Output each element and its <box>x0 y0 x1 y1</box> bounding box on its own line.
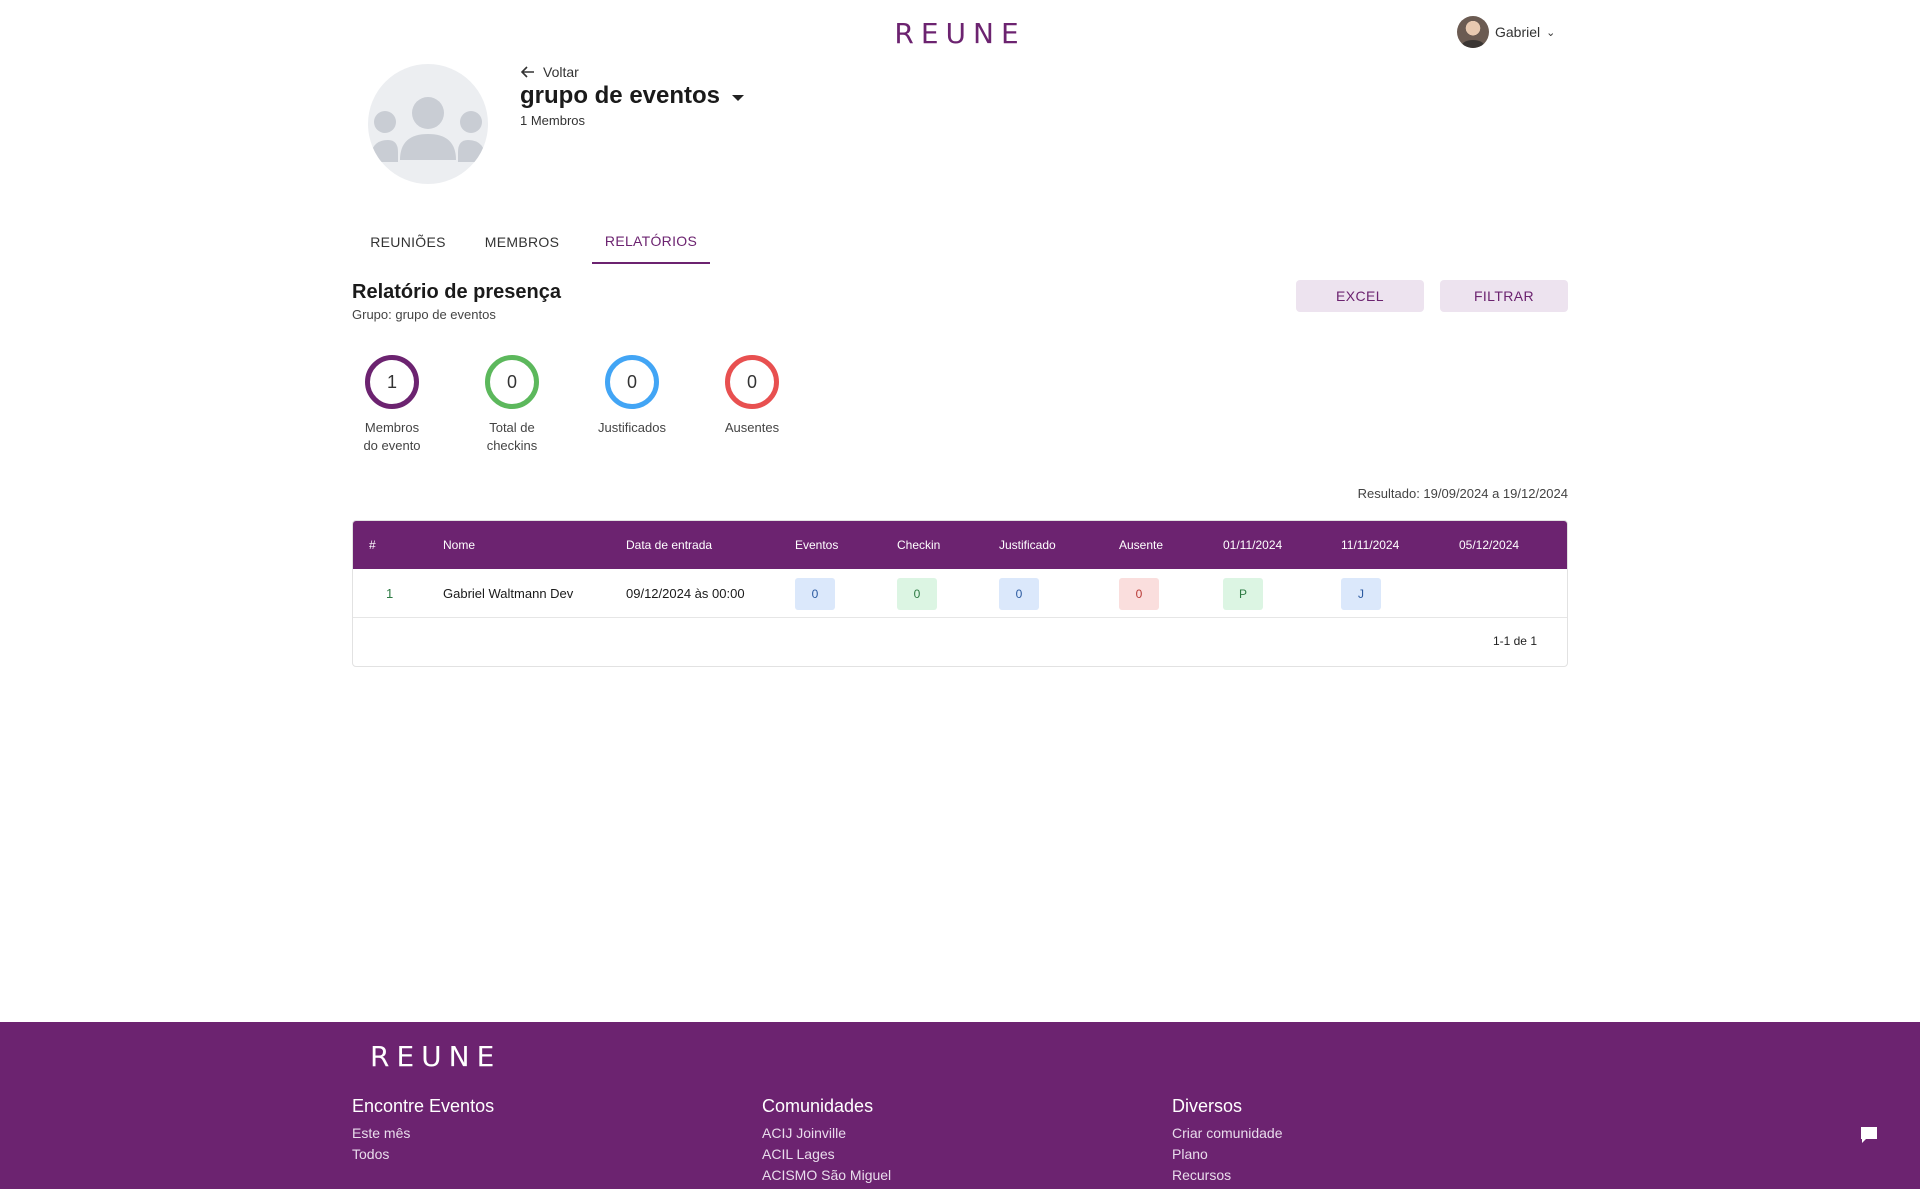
footer-column-title: Comunidades <box>762 1096 874 1116</box>
tab-membros[interactable]: MEMBROS <box>464 220 580 264</box>
justified-chip: 0 <box>999 577 1039 610</box>
stat-label-line: checkins <box>486 438 538 453</box>
stat-members-label: Membros do evento <box>342 419 442 455</box>
members-count: 1 Membros <box>520 113 586 128</box>
logo-text: REUNE <box>894 16 1026 50</box>
user-avatar <box>1457 16 1489 48</box>
tab-relatorios[interactable]: RELATÓRIOS <box>592 220 710 264</box>
column-header: Eventos <box>795 538 839 552</box>
stat-checkins-label: Total de checkins <box>462 419 562 455</box>
stat-label-line: Total de <box>489 420 535 435</box>
checkin-chip: 0 <box>897 577 937 610</box>
footer-link[interactable]: Este mês <box>352 1123 494 1144</box>
column-header: Checkin <box>897 538 941 552</box>
caret-down-icon[interactable] <box>732 95 745 101</box>
reune-logo[interactable]: REUNE <box>894 14 1022 52</box>
report-subtitle: Grupo: grupo de eventos <box>352 307 496 322</box>
filter-button[interactable]: FILTRAR <box>1440 280 1568 312</box>
stat-checkins-value: 0 <box>485 355 539 409</box>
group-tabs: REUNIÕES MEMBROS RELATÓRIOS <box>352 220 710 264</box>
stat-justified-value: 0 <box>605 355 659 409</box>
group-title: grupo de eventos <box>520 82 745 110</box>
excel-button[interactable]: EXCEL <box>1296 280 1424 312</box>
column-header: # <box>369 538 376 552</box>
attendance-table: # Nome Data de entrada Eventos Checkin J… <box>352 520 1568 667</box>
group-name: grupo de eventos <box>520 82 721 109</box>
chat-bubble-icon[interactable] <box>1858 1124 1880 1146</box>
user-menu[interactable]: Gabriel ⌄ <box>1457 16 1555 48</box>
tab-reunioes[interactable]: REUNIÕES <box>352 220 464 264</box>
stat-checkins: 0 Total de checkins <box>462 355 562 455</box>
row-entry-date: 09/12/2024 às 00:00 <box>626 586 745 601</box>
stat-label-line: Ausentes <box>724 420 780 435</box>
stat-members: 1 Membros do evento <box>342 355 442 455</box>
group-placeholder-icon <box>368 64 488 184</box>
stat-absent: 0 Ausentes <box>702 355 802 437</box>
present-status-chip: P <box>1223 577 1263 610</box>
footer-link[interactable]: ACIJ Joinville <box>762 1123 891 1144</box>
footer-link[interactable]: Todos <box>352 1144 494 1165</box>
table-row[interactable]: 1 Gabriel Waltmann Dev 09/12/2024 às 00:… <box>353 569 1567 618</box>
report-title: Relatório de presença <box>352 281 561 303</box>
column-header: 01/11/2024 <box>1223 538 1283 552</box>
result-range: Resultado: 19/09/2024 a 19/12/2024 <box>1357 486 1568 501</box>
column-header: Nome <box>443 538 476 552</box>
footer-link[interactable]: ACISMO São Miguel <box>762 1165 891 1186</box>
column-header: Ausente <box>1119 538 1164 552</box>
stat-justified: 0 Justificados <box>582 355 682 437</box>
column-header: 11/11/2024 <box>1341 538 1400 552</box>
back-link[interactable]: Voltar <box>521 64 579 80</box>
arrow-left-icon <box>521 66 534 78</box>
eventos-chip: 0 <box>795 577 835 610</box>
stat-members-value: 1 <box>365 355 419 409</box>
pagination-info: 1-1 de 1 <box>1492 634 1537 648</box>
absent-chip: 0 <box>1119 577 1159 610</box>
footer-column-title: Diversos <box>1172 1096 1243 1116</box>
footer-column-communities: Comunidades ACIJ Joinville ACIL Lages AC… <box>762 1096 891 1186</box>
column-header: Data de entrada <box>626 538 713 552</box>
stat-label-line: Justificados <box>598 420 666 435</box>
stat-absent-value: 0 <box>725 355 779 409</box>
stat-label-line: Membros <box>364 420 420 435</box>
footer-column-title: Encontre Eventos <box>352 1096 495 1116</box>
chevron-down-icon: ⌄ <box>1546 26 1556 39</box>
footer-link[interactable]: Recursos <box>1172 1165 1283 1186</box>
footer-link[interactable]: Plano <box>1172 1144 1283 1165</box>
footer-column-events: Encontre Eventos Este mês Todos <box>352 1096 494 1165</box>
stat-label-line: do evento <box>363 438 421 453</box>
table-footer: 1-1 de 1 <box>353 618 1567 666</box>
justified-status-chip: J <box>1341 577 1381 610</box>
site-footer: REUNE Encontre Eventos Este mês Todos Co… <box>0 1022 1920 1189</box>
footer-column-misc: Diversos Criar comunidade Plano Recursos <box>1172 1096 1283 1186</box>
user-name: Gabriel <box>1495 24 1541 40</box>
footer-link[interactable]: ACIL Lages <box>762 1144 891 1165</box>
stat-justified-label: Justificados <box>582 419 682 437</box>
column-header: 05/12/2024 <box>1459 538 1520 552</box>
table-header: # Nome Data de entrada Eventos Checkin J… <box>353 521 1567 569</box>
column-header: Justificado <box>999 538 1056 552</box>
footer-link[interactable]: Criar comunidade <box>1172 1123 1283 1144</box>
back-label: Voltar <box>543 64 579 80</box>
row-name: Gabriel Waltmann Dev <box>443 586 574 601</box>
stat-absent-label: Ausentes <box>702 419 802 437</box>
row-index: 1 <box>386 586 394 601</box>
footer-logo[interactable]: REUNE <box>370 1040 501 1073</box>
